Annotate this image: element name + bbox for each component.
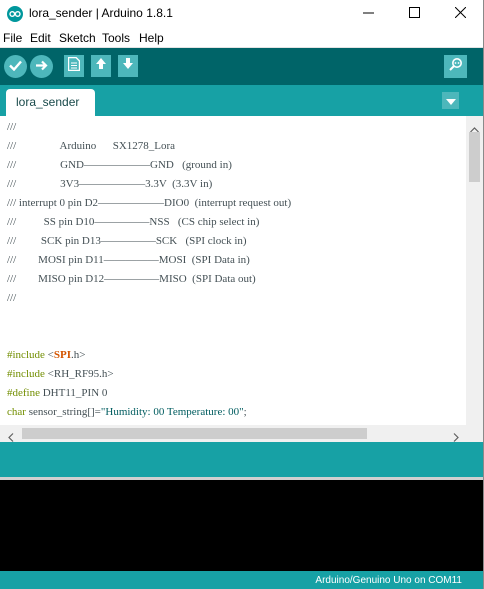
upload-icon [35,58,48,76]
open-icon [95,57,107,75]
horizontal-scrollbar[interactable] [0,425,466,442]
maximize-icon [408,5,420,23]
upload-button[interactable] [30,55,53,78]
save-icon [122,57,134,75]
menu-help[interactable]: Help [139,31,164,45]
chevron-down-icon [445,92,456,110]
new-button[interactable] [64,55,84,77]
menu-tools[interactable]: Tools [102,31,130,45]
close-icon [454,5,466,23]
scrollbar-corner [466,425,483,442]
maximize-button[interactable] [391,0,437,28]
toolbar [0,48,484,85]
minimize-button[interactable] [345,0,391,28]
serial-monitor-icon [448,57,464,76]
code-line: #include <SPI.h> [7,349,86,361]
status-bar [0,442,484,477]
code-line: /// GND——————GND (ground in) [7,159,232,171]
console-output[interactable] [0,480,484,571]
board-info: Arduino/Genuino Uno on COM11 [315,575,462,586]
title-bar: lora_sender | Arduino 1.8.1 [0,0,484,28]
menu-edit[interactable]: Edit [30,31,51,45]
code-line: /// MISO pin D12—————MISO (SPI Data out) [7,273,256,285]
code-line: /// 3V3——————3.3V (3.3V in) [7,178,213,190]
code-editor[interactable]: /// /// Arduino SX1278_Lora /// GND—————… [0,116,484,425]
menu-bar: File Edit Sketch Tools Help [0,28,484,48]
code-line: #define DHT11_PIN 0 [7,387,108,399]
code-line: /// SCK pin D13—————SCK (SPI clock in) [7,235,247,247]
new-icon [67,56,81,76]
window-title: lora_sender | Arduino 1.8.1 [29,6,173,20]
verify-icon [9,58,22,76]
code-line: /// interrupt 0 pin D2——————DIO0 (interr… [7,197,292,209]
code-line: #include <RH_RF95.h> [7,368,114,380]
vertical-scroll-thumb[interactable] [469,132,480,182]
menu-file[interactable]: File [3,31,22,45]
tab-menu-button[interactable] [442,92,459,109]
code-line: /// [7,292,17,304]
code-line: /// [7,121,17,133]
vertical-scrollbar[interactable] [466,116,483,425]
code-line: char sensor_string[]="Humidity: 00 Tempe… [7,406,247,418]
tab-lora-sender[interactable]: lora_sender [6,89,95,116]
footer-bar: Arduino/Genuino Uno on COM11 [0,571,484,589]
verify-button[interactable] [4,55,27,78]
code-line: /// SS pin D10—————NSS (CS chip select i… [7,216,260,228]
code-line: /// Arduino SX1278_Lora [7,140,176,152]
tab-label: lora_sender [16,95,80,109]
close-button[interactable] [437,0,483,28]
arduino-logo-icon [7,6,23,22]
horizontal-scroll-thumb[interactable] [22,428,367,439]
tab-bar: lora_sender [0,85,484,116]
minimize-icon [362,5,374,23]
code-line: /// MOSI pin D11—————MOSI (SPI Data in) [7,254,250,266]
save-button[interactable] [118,55,138,77]
serial-monitor-button[interactable] [444,55,467,78]
open-button[interactable] [91,55,111,77]
menu-sketch[interactable]: Sketch [59,31,96,45]
